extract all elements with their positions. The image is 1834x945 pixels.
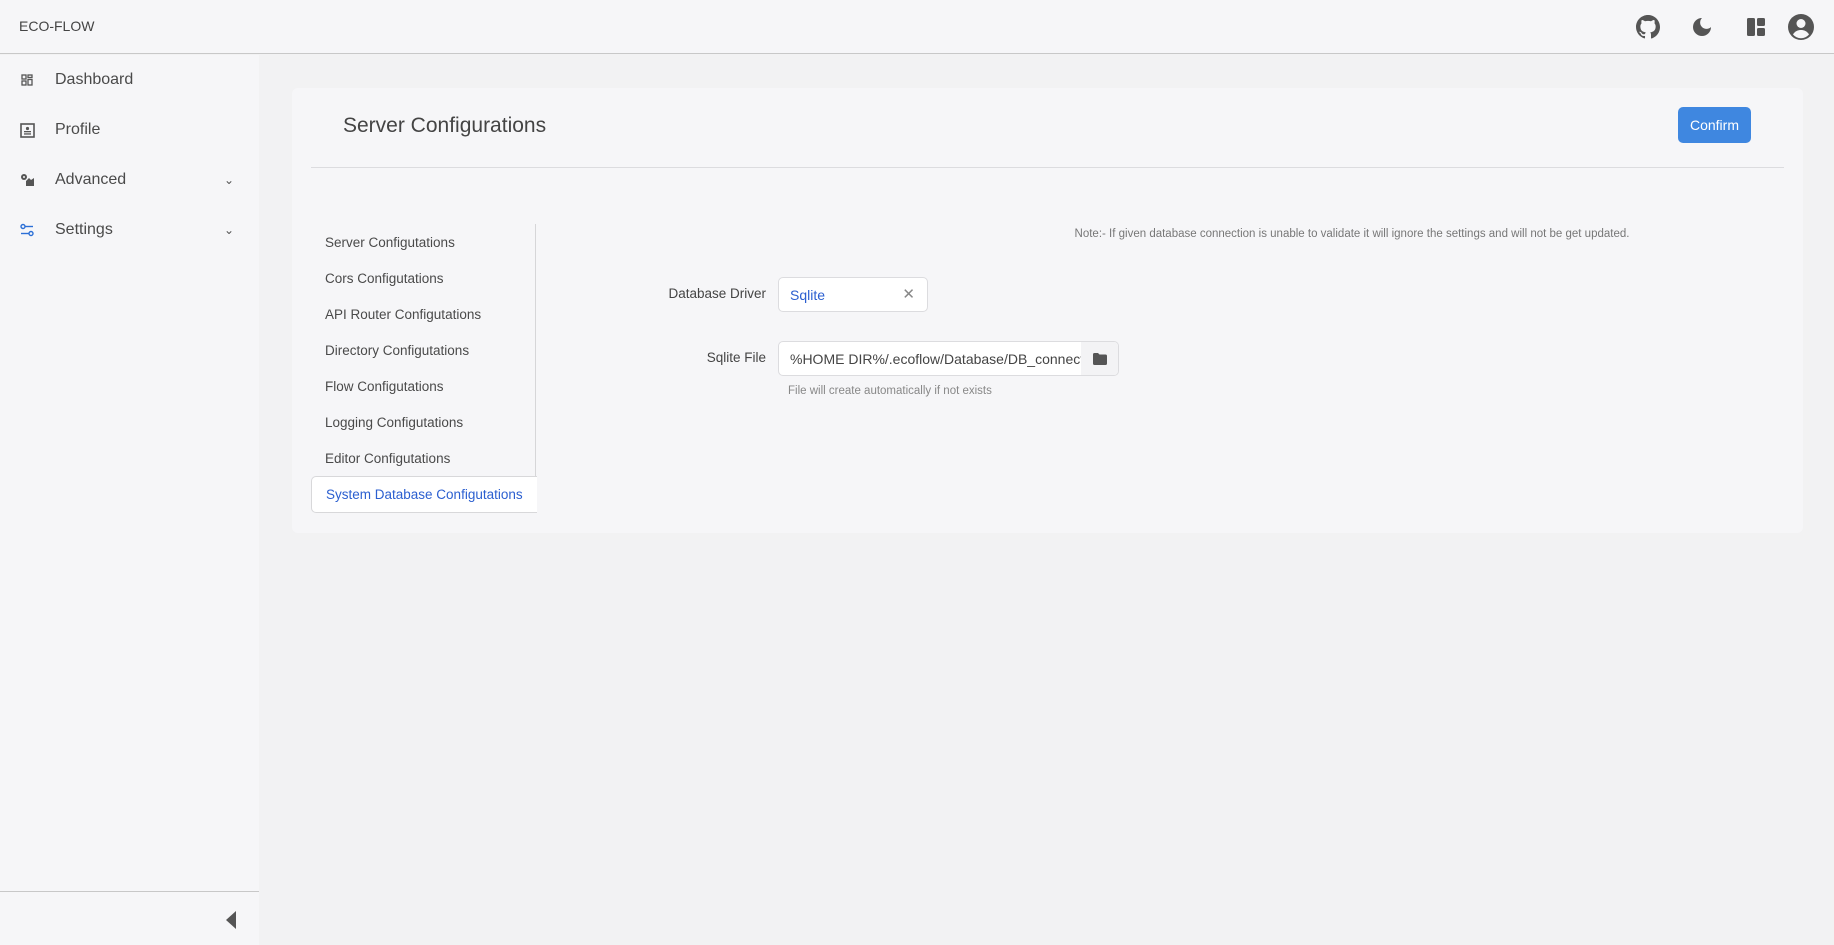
- sqlite-file-field: [778, 341, 1119, 376]
- menu-item-editor[interactable]: Editor Configutations: [311, 440, 536, 476]
- clear-icon[interactable]: ✕: [902, 285, 915, 303]
- profile-icon: [19, 122, 35, 138]
- sidebar-item-advanced[interactable]: Advanced ⌄: [0, 158, 259, 202]
- moon-icon[interactable]: [1688, 13, 1716, 41]
- github-icon[interactable]: [1634, 13, 1662, 41]
- note-text: Note:- If given database connection is u…: [1074, 228, 1630, 240]
- page-title: Server Configurations: [343, 114, 547, 137]
- top-bar: ECO-FLOW: [0, 0, 1834, 54]
- divider: [311, 167, 1784, 168]
- menu-item-logging[interactable]: Logging Configutations: [311, 404, 536, 440]
- layout-icon[interactable]: [1742, 13, 1770, 41]
- confirm-button[interactable]: Confirm: [1678, 107, 1751, 143]
- brand-name: ECO-FLOW: [19, 18, 95, 34]
- chevron-down-icon: ⌄: [224, 173, 235, 187]
- sidebar-item-profile[interactable]: Profile: [0, 108, 259, 152]
- menu-item-flow[interactable]: Flow Configutations: [311, 368, 536, 404]
- sidebar-item-label: Advanced: [55, 171, 127, 188]
- browse-folder-button[interactable]: [1081, 342, 1118, 375]
- selected-value: Sqlite: [790, 287, 826, 303]
- sqlite-file-help: File will create automatically if not ex…: [788, 385, 992, 397]
- menu-item-directory[interactable]: Directory Configutations: [311, 332, 536, 368]
- sqlite-file-input[interactable]: [779, 342, 1082, 375]
- chevron-down-icon: ⌄: [224, 223, 235, 237]
- menu-item-cors[interactable]: Cors Configutations: [311, 260, 536, 296]
- sliders-icon: [19, 222, 35, 238]
- caret-left-icon: [226, 911, 236, 929]
- sidebar-item-label: Settings: [55, 221, 113, 238]
- account-icon[interactable]: [1787, 13, 1815, 41]
- menu-item-system-database[interactable]: System Database Configutations: [311, 476, 537, 513]
- database-driver-select[interactable]: Sqlite ✕: [778, 277, 928, 312]
- sidebar: Dashboard Profile Advanced ⌄ Settings ⌄: [0, 55, 259, 945]
- collapse-sidebar-button[interactable]: [225, 910, 241, 930]
- sidebar-item-label: Dashboard: [55, 71, 134, 88]
- database-driver-label: Database Driver: [668, 286, 766, 301]
- dashboard-icon: [19, 72, 35, 88]
- config-menu: Server Configutations Cors Configutation…: [311, 224, 537, 513]
- sidebar-item-settings[interactable]: Settings ⌄: [0, 208, 259, 252]
- sidebar-item-dashboard[interactable]: Dashboard: [0, 58, 259, 102]
- folder-icon: [1092, 352, 1107, 365]
- menu-item-api-router[interactable]: API Router Configutations: [311, 296, 536, 332]
- sidebar-divider: [0, 891, 259, 892]
- sidebar-item-label: Profile: [55, 121, 101, 138]
- gears-icon: [19, 172, 35, 188]
- server-config-card: Server Configurations Confirm Server Con…: [292, 88, 1803, 533]
- sqlite-file-label: Sqlite File: [706, 350, 766, 365]
- menu-item-server[interactable]: Server Configutations: [311, 224, 536, 260]
